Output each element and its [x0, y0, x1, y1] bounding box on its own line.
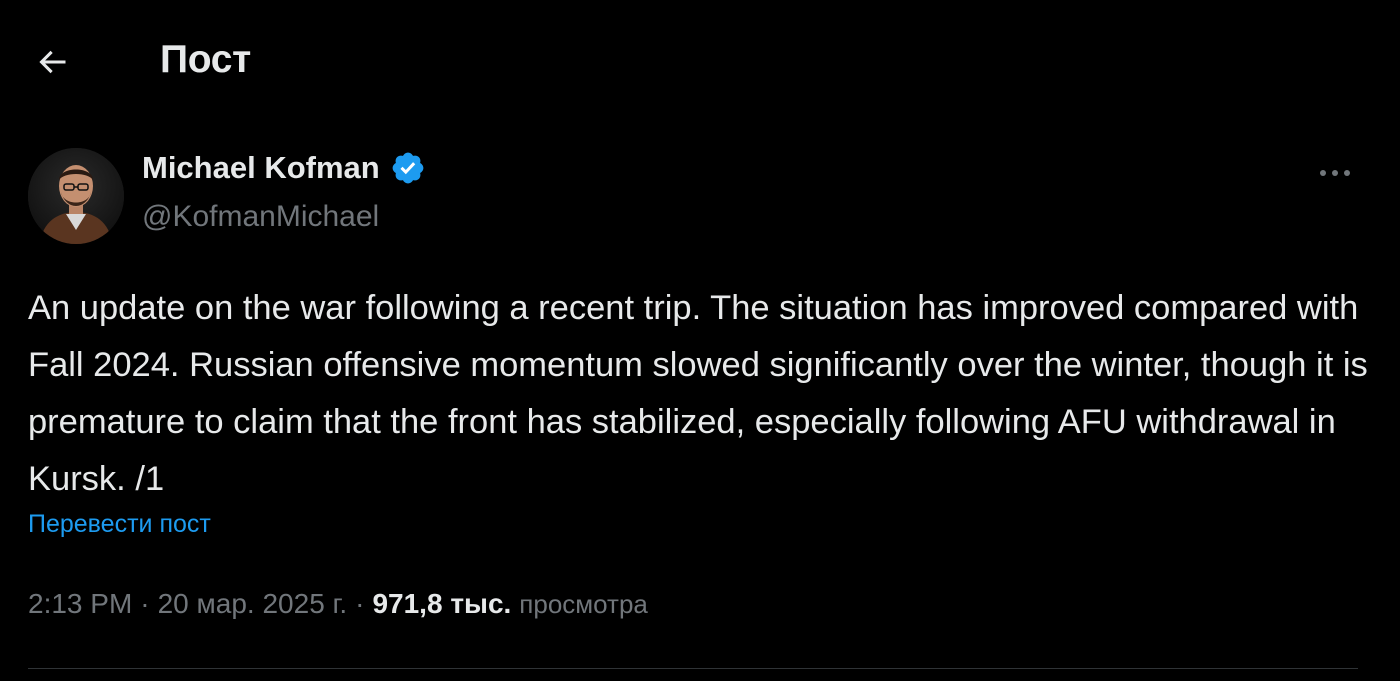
divider [28, 668, 1358, 669]
avatar-image [28, 148, 124, 244]
post-meta: 2:13 PM · 20 мар. 2025 г. · 971,8 тыс. п… [28, 588, 648, 620]
page-title: Пост [160, 38, 251, 81]
translate-post-link[interactable]: Перевести пост [28, 510, 211, 539]
arrow-left-icon [39, 50, 66, 74]
more-options-button[interactable] [1310, 158, 1360, 188]
avatar[interactable] [28, 148, 124, 244]
header: Пост [0, 0, 1400, 120]
verified-badge-icon[interactable] [390, 150, 426, 186]
post-date[interactable]: 20 мар. 2025 г. [158, 588, 348, 620]
back-button[interactable] [30, 40, 74, 84]
views-count: 971,8 тыс. [372, 588, 512, 619]
author-display-name[interactable]: Michael Kofman [142, 150, 380, 186]
views-label: просмотра [519, 589, 648, 619]
meta-separator: · [355, 588, 365, 619]
post-text: An update on the war following a recent … [28, 289, 1368, 498]
author-handle[interactable]: @KofmanMichael [142, 200, 379, 234]
post-time[interactable]: 2:13 PM [28, 588, 132, 620]
more-dots-icon [1320, 170, 1350, 176]
meta-separator: · [140, 588, 150, 619]
author-name-row: Michael Kofman [142, 150, 426, 186]
post-page: Пост Michael Kofman @KofmanMichael An up… [0, 0, 1400, 681]
